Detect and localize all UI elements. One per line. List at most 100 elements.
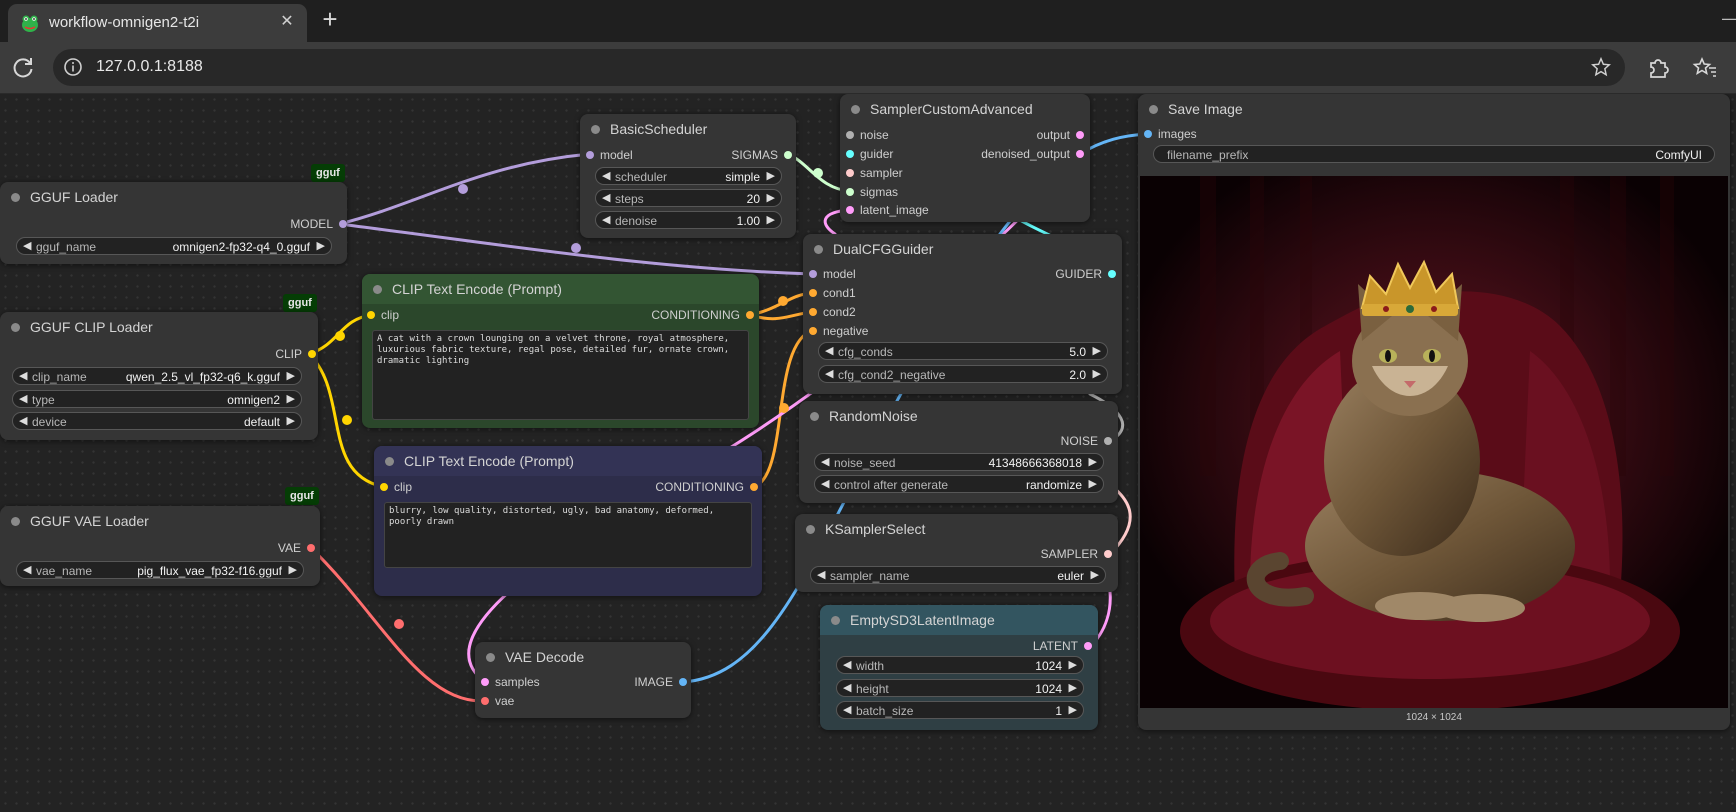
decrement-arrow-icon[interactable]: ◀ [821, 455, 829, 468]
decrement-arrow-icon[interactable]: ◀ [817, 568, 825, 581]
node-header[interactable]: Save Image [1138, 94, 1730, 124]
node-header[interactable]: BasicScheduler [580, 114, 796, 144]
output-guider-slot[interactable]: GUIDER [1055, 266, 1116, 282]
collapse-dot-icon[interactable] [810, 412, 819, 421]
dual-cfg-guider-node[interactable]: DualCFGGuider model cond1 cond2 negative… [803, 234, 1122, 394]
slot-dot-icon[interactable] [481, 678, 489, 686]
browser-tab[interactable]: workflow-omnigen2-t2i ✕ [8, 4, 307, 42]
cfg-cond2-negative-widget[interactable]: ◀ cfg_cond2_negative 2.0 ▶ [818, 365, 1108, 383]
prompt-textarea[interactable]: blurry, low quality, distorted, ugly, ba… [384, 502, 752, 568]
decrement-arrow-icon[interactable]: ◀ [602, 213, 610, 226]
gguf-vae-loader-node[interactable]: GGUF VAE Loader VAE ◀ vae_name pig_flux_… [0, 506, 320, 586]
slot-dot-icon[interactable] [380, 483, 388, 491]
node-header[interactable]: RandomNoise [799, 401, 1118, 431]
cfg-conds-widget[interactable]: ◀ cfg_conds 5.0 ▶ [818, 342, 1108, 360]
output-conditioning-slot[interactable]: CONDITIONING [651, 307, 754, 323]
node-header[interactable]: GGUF VAE Loader [0, 506, 320, 536]
decrement-arrow-icon[interactable]: ◀ [843, 658, 851, 671]
input-model-slot[interactable]: model [809, 266, 856, 282]
decrement-arrow-icon[interactable]: ◀ [23, 563, 31, 576]
favorites-icon[interactable] [1692, 56, 1718, 80]
slot-dot-icon[interactable] [809, 289, 817, 297]
input-noise-slot[interactable]: noise [846, 127, 889, 143]
address-bar[interactable]: 127.0.0.1:8188 [53, 49, 1625, 86]
increment-arrow-icon[interactable]: ▶ [767, 213, 775, 226]
input-sigmas-slot[interactable]: sigmas [846, 184, 898, 200]
save-image-node[interactable]: Save Image images filename_prefix ComfyU… [1138, 94, 1730, 730]
decrement-arrow-icon[interactable]: ◀ [843, 681, 851, 694]
input-samples-slot[interactable]: samples [481, 674, 540, 690]
collapse-dot-icon[interactable] [11, 323, 20, 332]
gguf-clip-loader-node[interactable]: GGUF CLIP Loader CLIP ◀ clip_name qwen_2… [0, 312, 318, 440]
sampler-custom-advanced-node[interactable]: SamplerCustomAdvanced noise guider sampl… [840, 94, 1090, 222]
ksampler-select-node[interactable]: KSamplerSelect SAMPLER ◀ sampler_name eu… [795, 514, 1118, 592]
slot-dot-icon[interactable] [367, 311, 375, 319]
slot-dot-icon[interactable] [339, 220, 347, 228]
slot-dot-icon[interactable] [846, 188, 854, 196]
input-clip-slot[interactable]: clip [367, 307, 399, 323]
clip-text-encode-positive-node[interactable]: CLIP Text Encode (Prompt) clip CONDITION… [362, 274, 759, 428]
basic-scheduler-node[interactable]: BasicScheduler model SIGMAS ◀ scheduler … [580, 114, 796, 238]
output-sigmas-slot[interactable]: SIGMAS [731, 147, 792, 163]
collapse-dot-icon[interactable] [851, 105, 860, 114]
collapse-dot-icon[interactable] [1149, 105, 1158, 114]
width-widget[interactable]: ◀ width 1024 ▶ [836, 656, 1084, 674]
vae-decode-node[interactable]: VAE Decode samples vae IMAGE [475, 642, 691, 718]
increment-arrow-icon[interactable]: ▶ [1069, 703, 1077, 716]
decrement-arrow-icon[interactable]: ◀ [825, 367, 833, 380]
slot-dot-icon[interactable] [846, 169, 854, 177]
node-header[interactable]: CLIP Text Encode (Prompt) [374, 446, 762, 476]
noise-seed-widget[interactable]: ◀ noise_seed 41348666368018 ▶ [814, 453, 1104, 471]
slot-dot-icon[interactable] [1108, 270, 1116, 278]
slot-dot-icon[interactable] [1084, 642, 1092, 650]
increment-arrow-icon[interactable]: ▶ [287, 392, 295, 405]
slot-dot-icon[interactable] [1104, 437, 1112, 445]
slot-dot-icon[interactable] [846, 150, 854, 158]
slot-dot-icon[interactable] [809, 308, 817, 316]
increment-arrow-icon[interactable]: ▶ [767, 191, 775, 204]
bookmark-star-icon[interactable] [1590, 56, 1612, 78]
slot-dot-icon[interactable] [809, 327, 817, 335]
slot-dot-icon[interactable] [784, 151, 792, 159]
decrement-arrow-icon[interactable]: ◀ [19, 414, 27, 427]
clip-name-widget[interactable]: ◀ clip_name qwen_2.5_vl_fp32-q6_k.gguf ▶ [12, 367, 302, 385]
input-negative-slot[interactable]: negative [809, 323, 868, 339]
slot-dot-icon[interactable] [746, 311, 754, 319]
filename-prefix-widget[interactable]: filename_prefix ComfyUI [1153, 145, 1715, 163]
denoise-widget[interactable]: ◀ denoise 1.00 ▶ [595, 211, 782, 229]
node-header[interactable]: GGUF Loader [0, 182, 347, 212]
extensions-icon[interactable] [1646, 56, 1670, 80]
node-header[interactable]: DualCFGGuider [803, 234, 1122, 264]
slot-dot-icon[interactable] [308, 350, 316, 358]
decrement-arrow-icon[interactable]: ◀ [821, 477, 829, 490]
new-tab-button[interactable]: + [318, 6, 342, 32]
decrement-arrow-icon[interactable]: ◀ [602, 169, 610, 182]
collapse-dot-icon[interactable] [11, 193, 20, 202]
slot-dot-icon[interactable] [481, 697, 489, 705]
increment-arrow-icon[interactable]: ▶ [1089, 455, 1097, 468]
input-guider-slot[interactable]: guider [846, 146, 893, 162]
output-denoised-slot[interactable]: denoised_output [981, 146, 1084, 162]
node-header[interactable]: GGUF CLIP Loader [0, 312, 318, 342]
node-header[interactable]: KSamplerSelect [795, 514, 1118, 544]
increment-arrow-icon[interactable]: ▶ [1091, 568, 1099, 581]
output-noise-slot[interactable]: NOISE [1061, 433, 1112, 449]
increment-arrow-icon[interactable]: ▶ [1093, 367, 1101, 380]
window-minimize-button[interactable]: — [1722, 8, 1736, 29]
slot-dot-icon[interactable] [307, 544, 315, 552]
slot-dot-icon[interactable] [679, 678, 687, 686]
node-header[interactable]: SamplerCustomAdvanced [840, 94, 1090, 124]
collapse-dot-icon[interactable] [591, 125, 600, 134]
sampler-name-widget[interactable]: ◀ sampler_name euler ▶ [810, 566, 1106, 584]
increment-arrow-icon[interactable]: ▶ [287, 369, 295, 382]
scheduler-widget[interactable]: ◀ scheduler simple ▶ [595, 167, 782, 185]
output-vae-slot[interactable]: VAE [278, 540, 315, 556]
input-images-slot[interactable]: images [1144, 126, 1197, 142]
steps-widget[interactable]: ◀ steps 20 ▶ [595, 189, 782, 207]
output-conditioning-slot[interactable]: CONDITIONING [655, 479, 758, 495]
decrement-arrow-icon[interactable]: ◀ [23, 239, 31, 252]
random-noise-node[interactable]: RandomNoise NOISE ◀ noise_seed 413486663… [799, 401, 1118, 503]
increment-arrow-icon[interactable]: ▶ [287, 414, 295, 427]
gguf-loader-node[interactable]: GGUF Loader MODEL ◀ gguf_name omnigen2-f… [0, 182, 347, 264]
output-output-slot[interactable]: output [1037, 127, 1084, 143]
